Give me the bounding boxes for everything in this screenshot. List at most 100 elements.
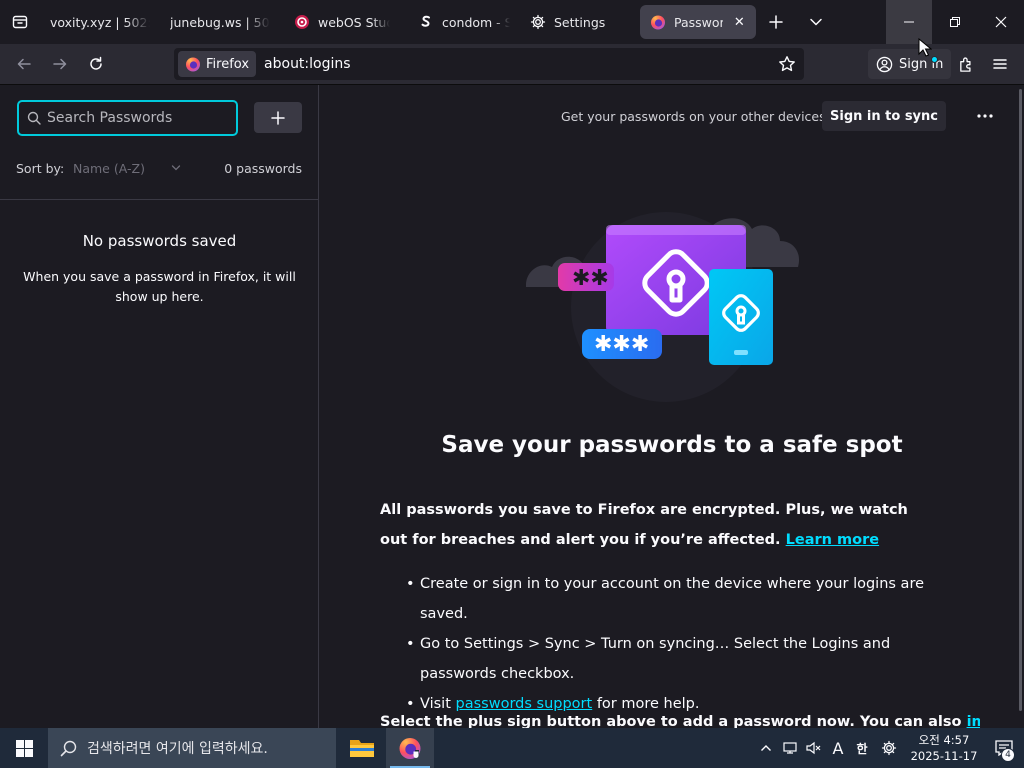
clock-time: 오전 4:57 [918, 733, 970, 747]
logins-sidebar: Sort by: Name (A-Z) 0 passwords No passw… [0, 85, 319, 728]
gear-icon [530, 14, 546, 30]
tab-label: voxity.xyz | 502: Ba [50, 14, 150, 30]
close-tab-icon[interactable]: ✕ [733, 13, 746, 31]
chevron-down-icon [810, 18, 822, 26]
firefox-view-icon[interactable] [0, 0, 40, 44]
intro-heading: Save your passwords to a safe spot [441, 432, 903, 458]
back-button[interactable] [6, 48, 42, 80]
tab-webos-studio[interactable]: webOS Studio [280, 5, 400, 39]
hamburger-menu-icon [993, 59, 1007, 69]
show-hidden-icons-button[interactable] [754, 728, 778, 768]
intro-description: All passwords you save to Firefox are en… [380, 495, 940, 555]
list-all-tabs-button[interactable] [796, 0, 836, 44]
chevron-down-icon [171, 165, 181, 171]
password-count: 0 passwords [224, 161, 302, 176]
new-tab-button[interactable] [756, 0, 796, 44]
tab-passwords[interactable]: Passwords ✕ [640, 5, 756, 39]
list-item: Create or sign in to your account on the… [406, 569, 966, 629]
url-text[interactable]: about:logins [264, 56, 351, 72]
more-options-button[interactable] [968, 101, 1002, 131]
sync-prompt-text: Get your passwords on your other devices [561, 109, 826, 124]
search-passwords-input[interactable] [47, 110, 217, 126]
firefox-window: voxity.xyz | 502: Ba junebug.ws | 502: w… [0, 0, 1024, 768]
close-window-button[interactable] [978, 0, 1024, 44]
sort-select[interactable]: Name (A-Z) [73, 161, 145, 176]
more-dots-icon [977, 114, 993, 118]
settings-gear-icon[interactable] [874, 728, 904, 768]
restore-button[interactable] [932, 0, 978, 44]
scrollbar[interactable] [1019, 89, 1022, 711]
app-menu-button[interactable] [984, 48, 1016, 80]
taskbar-file-explorer[interactable] [338, 728, 386, 768]
reload-button[interactable] [78, 48, 114, 80]
sidebar-divider [0, 199, 319, 200]
extensions-button[interactable] [950, 48, 982, 80]
notification-dot [931, 56, 938, 63]
tab-label: Settings [554, 14, 606, 30]
passwords-illustration: ✱✱ ✱✱✱ [516, 195, 826, 409]
firefox-icon [399, 738, 421, 759]
back-arrow-icon [17, 58, 31, 70]
nav-bar: Firefox about:logins Sign in [0, 44, 1024, 85]
action-center-button[interactable]: 4 [984, 728, 1024, 768]
tab-condom-shk[interactable]: condom - Shk [400, 5, 520, 39]
forward-arrow-icon [53, 58, 67, 70]
puzzle-icon [959, 56, 971, 72]
tab-label: webOS Studio [318, 14, 390, 30]
list-item: Go to Settings > Sync > Turn on syncing…… [406, 629, 966, 689]
windows-logo-icon [15, 739, 33, 757]
ime-language-indicator[interactable]: A [826, 728, 850, 768]
svg-text:✱✱✱: ✱✱✱ [594, 332, 649, 357]
clock-date: 2025-11-17 [910, 749, 978, 763]
bookmark-star-icon[interactable] [778, 55, 796, 77]
empty-state-description: When you save a password in Firefox, it … [23, 269, 296, 304]
system-tray: A 한 오전 4:57 2025-11-17 4 [754, 728, 1024, 768]
step-text: Go to Settings > Sync > Turn on syncing…… [420, 636, 891, 682]
network-icon[interactable] [778, 728, 802, 768]
reload-icon [90, 56, 102, 70]
minimize-icon [904, 21, 914, 23]
windows-taskbar: 검색하려면 여기에 입력하세요. A 한 오전 4:57 2025-11-17 … [0, 728, 1024, 768]
folder-icon [350, 740, 374, 757]
sign-in-to-sync-button[interactable]: Sign in to sync [822, 101, 946, 131]
shk-icon [418, 14, 434, 30]
plus-icon [271, 110, 285, 125]
learn-more-link[interactable]: Learn more [786, 532, 879, 548]
empty-state-title: No passwords saved [82, 232, 237, 250]
search-box[interactable] [17, 100, 238, 136]
add-password-button[interactable] [254, 102, 302, 133]
close-icon [995, 16, 1007, 28]
search-icon [27, 111, 41, 125]
account-icon [876, 56, 893, 72]
login-intro-panel: Get your passwords on your other devices… [320, 85, 1024, 730]
start-button[interactable] [0, 728, 48, 768]
about-logins-page: Sort by: Name (A-Z) 0 passwords No passw… [0, 85, 1024, 730]
webos-icon [294, 14, 310, 30]
volume-muted-icon[interactable] [802, 728, 826, 768]
sync-steps-list: Create or sign in to your account on the… [406, 569, 966, 719]
url-bar[interactable]: Firefox about:logins [174, 48, 804, 80]
restore-icon [950, 17, 960, 27]
chevron-up-icon [761, 745, 771, 751]
identity-box[interactable]: Firefox [178, 51, 257, 77]
forward-button[interactable] [42, 48, 78, 80]
tab-label: condom - Shk [442, 14, 510, 30]
taskbar-firefox[interactable] [386, 728, 434, 768]
sort-label: Sort by: [16, 161, 65, 176]
search-icon [60, 740, 77, 756]
tab-label: Passwords [674, 14, 723, 30]
ime-mode-indicator[interactable]: 한 [850, 728, 874, 768]
tab-voxity[interactable]: voxity.xyz | 502: Ba [40, 5, 160, 39]
taskbar-clock[interactable]: 오전 4:57 2025-11-17 [904, 732, 984, 764]
taskbar-search-box[interactable]: 검색하려면 여기에 입력하세요. [48, 728, 336, 768]
tab-settings[interactable]: Settings [520, 5, 634, 39]
plus-icon [769, 15, 783, 29]
notification-badge: 4 [1001, 748, 1015, 762]
firefox-icon [186, 57, 200, 72]
taskbar-search-placeholder: 검색하려면 여기에 입력하세요. [87, 741, 268, 757]
account-sign-in-button[interactable]: Sign in [868, 49, 952, 79]
step-text: Create or sign in to your account on the… [420, 576, 925, 622]
tab-junebug[interactable]: junebug.ws | 502: [160, 5, 280, 39]
firefox-icon [650, 14, 666, 30]
identity-label: Firefox [206, 56, 250, 72]
